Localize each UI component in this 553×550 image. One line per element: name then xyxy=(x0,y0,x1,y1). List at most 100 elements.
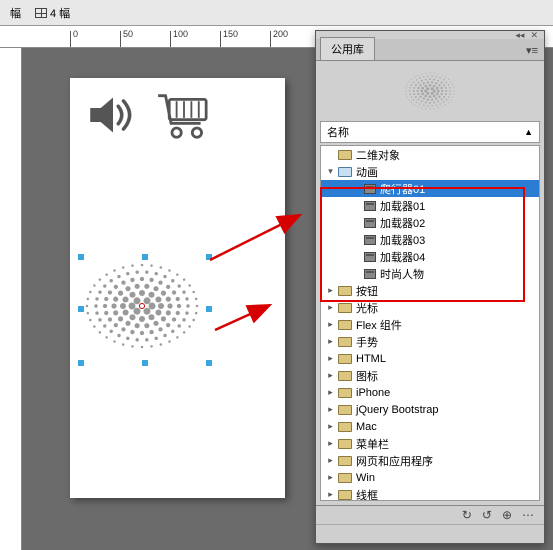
library-column-header[interactable]: 名称▲ xyxy=(320,121,540,143)
footer-action-icon[interactable]: ⋯ xyxy=(522,508,534,522)
folder-icon xyxy=(338,490,352,500)
movieclip-icon xyxy=(364,218,376,228)
library-item-folder[interactable]: ▸ 线框 xyxy=(321,486,539,501)
item-label: 二维对象 xyxy=(356,147,400,163)
footer-action-icon[interactable]: ↻ xyxy=(462,508,472,522)
panel-menu-icon[interactable]: ▾≡ xyxy=(520,41,544,60)
speaker-icon[interactable] xyxy=(86,94,140,136)
library-item-folder[interactable]: ▸ 按钮 xyxy=(321,282,539,299)
panel-footer: ↻ ↺ ⊕ ⋯ xyxy=(316,505,544,543)
library-item-clip[interactable]: 加载器01 xyxy=(321,197,539,214)
twisty-icon[interactable]: ▸ xyxy=(325,353,336,364)
folder-icon xyxy=(338,371,352,381)
library-item-folder[interactable]: ▸ 光标 xyxy=(321,299,539,316)
folder-icon xyxy=(338,422,352,432)
twisty-icon[interactable]: ▸ xyxy=(325,302,336,313)
item-label: 光标 xyxy=(356,300,378,316)
library-item-folder[interactable]: ▸ 菜单栏 xyxy=(321,435,539,452)
library-preview xyxy=(316,61,544,121)
twisty-icon[interactable]: ▸ xyxy=(325,285,336,296)
folder-icon xyxy=(338,286,352,296)
movieclip-icon xyxy=(364,235,376,245)
item-label: 加载器03 xyxy=(380,232,425,248)
library-item-clip[interactable]: 爬行器01 xyxy=(321,180,539,197)
item-label: 图标 xyxy=(356,368,378,384)
item-label: 按钮 xyxy=(356,283,378,299)
twisty-icon[interactable]: ▸ xyxy=(325,438,336,449)
folder-icon xyxy=(338,150,352,160)
folder-icon xyxy=(338,388,352,398)
cart-icon[interactable] xyxy=(156,92,212,140)
movieclip-icon xyxy=(364,252,376,262)
item-label: iPhone xyxy=(356,387,390,399)
library-item-folder[interactable]: ▸ jQuery Bootstrap xyxy=(321,401,539,418)
selection-handle[interactable] xyxy=(78,360,84,366)
folder-icon xyxy=(338,320,352,330)
movieclip-icon xyxy=(364,184,376,194)
frames-toolbar: 幅 4 幅 xyxy=(0,0,553,26)
item-label: 动画 xyxy=(356,164,378,180)
library-item-folder[interactable]: ▸ 网页和应用程序 xyxy=(321,452,539,469)
selection-handle[interactable] xyxy=(206,306,212,312)
dotted-globe-preloader[interactable] xyxy=(82,256,202,356)
item-label: 时尚人物 xyxy=(380,266,424,282)
item-label: 爬行器01 xyxy=(380,181,425,197)
item-label: 加载器04 xyxy=(380,249,425,265)
footer-action-icon[interactable]: ⊕ xyxy=(502,508,512,522)
selection-handle[interactable] xyxy=(78,254,84,260)
item-label: Flex 组件 xyxy=(356,317,402,333)
twisty-icon[interactable]: ▸ xyxy=(325,336,336,347)
frames-button[interactable]: 幅 xyxy=(6,3,25,23)
item-label: 网页和应用程序 xyxy=(356,453,433,469)
grid-icon xyxy=(35,8,47,18)
library-item-folder[interactable]: ▸ Flex 组件 xyxy=(321,316,539,333)
twisty-icon[interactable]: ▾ xyxy=(325,166,336,177)
selection-handle[interactable] xyxy=(206,360,212,366)
library-item-folder[interactable]: ▾ 动画 xyxy=(321,163,539,180)
library-item-folder[interactable]: ▸ HTML xyxy=(321,350,539,367)
twisty-icon[interactable]: ▸ xyxy=(325,489,336,500)
twisty-icon[interactable]: ▸ xyxy=(325,404,336,415)
library-item-folder[interactable]: ▸ Win xyxy=(321,469,539,486)
library-item-folder[interactable]: ▸ Mac xyxy=(321,418,539,435)
folder-icon xyxy=(338,456,352,466)
library-item-folder[interactable]: 二维对象 xyxy=(321,146,539,163)
item-label: HTML xyxy=(356,353,386,365)
item-label: jQuery Bootstrap xyxy=(356,404,439,416)
movieclip-icon xyxy=(364,201,376,211)
library-item-clip[interactable]: 时尚人物 xyxy=(321,265,539,282)
artboard[interactable] xyxy=(70,78,285,498)
library-item-clip[interactable]: 加载器03 xyxy=(321,231,539,248)
library-item-folder[interactable]: ▸ 图标 xyxy=(321,367,539,384)
common-library-panel: ◂◂ ✕ 公用库 ▾≡ 名称▲ 二维对象▾动画爬行器01加载器01加载器02加载… xyxy=(315,30,545,544)
library-item-folder[interactable]: ▸ iPhone xyxy=(321,384,539,401)
sort-icon[interactable]: ▲ xyxy=(524,127,533,137)
twisty-icon[interactable]: ▸ xyxy=(325,455,336,466)
vertical-ruler xyxy=(0,48,22,550)
library-item-clip[interactable]: 加载器04 xyxy=(321,248,539,265)
twisty-icon[interactable]: ▸ xyxy=(325,319,336,330)
folder-icon xyxy=(338,473,352,483)
item-label: 加载器01 xyxy=(380,198,425,214)
item-label: 线框 xyxy=(356,487,378,502)
item-label: 加载器02 xyxy=(380,215,425,231)
selection-handle[interactable] xyxy=(142,360,148,366)
library-item-folder[interactable]: ▸手势 xyxy=(321,333,539,350)
folder-icon xyxy=(338,405,352,415)
twisty-icon[interactable]: ▸ xyxy=(325,387,336,398)
item-label: 菜单栏 xyxy=(356,436,389,452)
selection-handle[interactable] xyxy=(142,254,148,260)
movieclip-icon xyxy=(364,269,376,279)
twisty-icon[interactable]: ▸ xyxy=(325,421,336,432)
selection-handle[interactable] xyxy=(78,306,84,312)
library-tree[interactable]: 二维对象▾动画爬行器01加载器01加载器02加载器03加载器04时尚人物▸按钮▸… xyxy=(320,145,540,501)
twisty-icon[interactable]: ▸ xyxy=(325,370,336,381)
twisty-icon[interactable]: ▸ xyxy=(325,472,336,483)
tab-common-library[interactable]: 公用库 xyxy=(320,37,375,60)
footer-action-icon[interactable]: ↺ xyxy=(482,508,492,522)
library-item-clip[interactable]: 加载器02 xyxy=(321,214,539,231)
selection-handle[interactable] xyxy=(206,254,212,260)
item-label: Win xyxy=(356,472,375,484)
item-label: Mac xyxy=(356,421,377,433)
grid-frames-button[interactable]: 4 幅 xyxy=(31,3,74,23)
